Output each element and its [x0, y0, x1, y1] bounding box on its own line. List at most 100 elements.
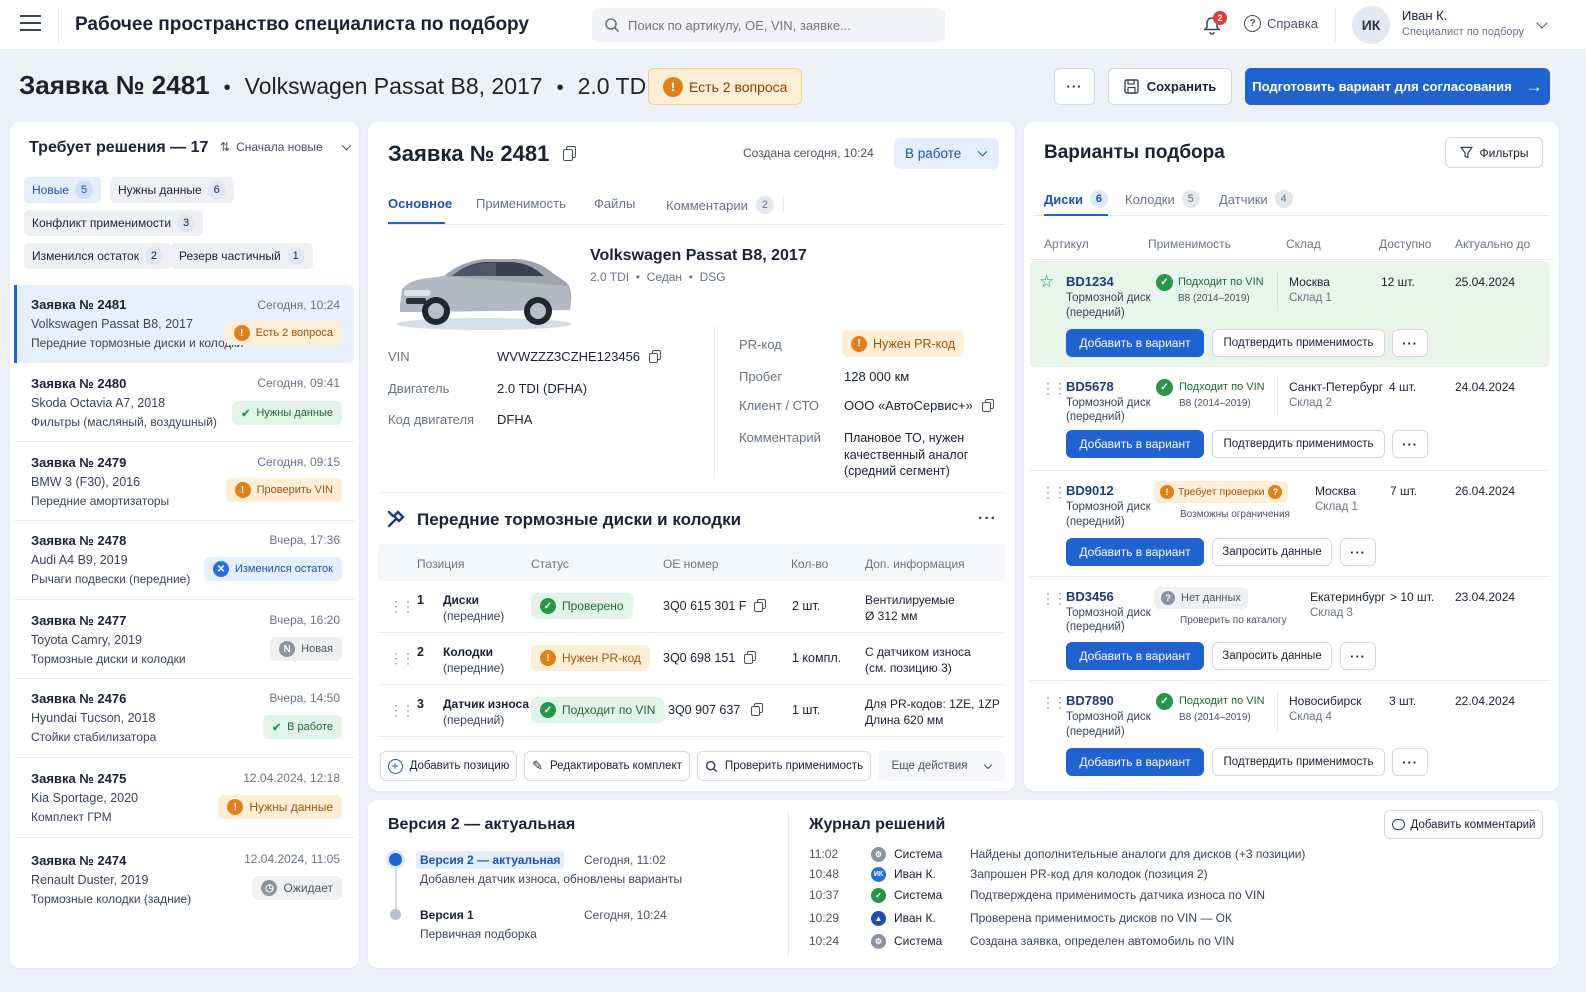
- copy-icon[interactable]: [563, 146, 577, 162]
- confirm-applicability-button[interactable]: Подтвердить применимость: [1212, 430, 1385, 458]
- copy-icon[interactable]: [981, 398, 994, 413]
- title-sep-2: •: [556, 77, 564, 99]
- user-menu[interactable]: ИК Иван К. Специалист по подбору: [1352, 5, 1562, 45]
- add-comment-button[interactable]: Добавить комментарий: [1384, 810, 1543, 839]
- request-item-2481[interactable]: Заявка № 2481 Сегодня, 10:24 Volkswagen …: [14, 285, 354, 363]
- variant-sku[interactable]: BD7890: [1066, 693, 1114, 708]
- copy-icon[interactable]: [751, 703, 763, 717]
- filter-chip-conflict[interactable]: Конфликт применимости 3: [24, 210, 204, 236]
- request-data-button[interactable]: Запросить данные: [1212, 642, 1332, 670]
- drag-handle-icon[interactable]: ⋮⋮: [1041, 380, 1067, 397]
- search-field[interactable]: [592, 8, 945, 42]
- drag-handle-icon[interactable]: ⋮⋮: [389, 702, 415, 719]
- variant-row-bd7890[interactable]: ⋮⋮ BD7890 Тормозной диск (передний) ✓ По…: [1030, 681, 1550, 785]
- drag-handle-icon[interactable]: ⋮⋮: [389, 598, 415, 615]
- check-applicability-button[interactable]: Проверить применимость: [697, 751, 871, 781]
- tab-applicability[interactable]: Применимость: [476, 196, 566, 211]
- tab-comments[interactable]: Комментарии 2: [666, 196, 774, 214]
- request-item-2479[interactable]: Заявка № 2479 Сегодня, 09:15 BMW 3 (F30)…: [14, 442, 354, 521]
- add-to-variant-button[interactable]: Добавить в вариант: [1066, 748, 1204, 776]
- table-row[interactable]: ⋮⋮ 2 Колодки (передние) ! Нужен PR-код 3Q…: [378, 633, 1005, 685]
- filter-chip-need-data[interactable]: Нужны данные 6: [110, 177, 234, 203]
- row-more-button[interactable]: ···: [1392, 748, 1428, 776]
- row-more-button[interactable]: ···: [1392, 430, 1428, 458]
- notifications-button[interactable]: 2: [1200, 11, 1228, 40]
- more-actions-dropdown[interactable]: Еще действия: [878, 751, 1005, 781]
- filter-chip-new[interactable]: Новые 5: [24, 177, 102, 203]
- variant-row-bd9012[interactable]: ⋮⋮ BD9012 Тормозной диск (передний) ! Тре…: [1030, 471, 1550, 577]
- avatar: ИК: [1352, 6, 1390, 44]
- variant-applicability-sub: Возможны ограничения: [1180, 509, 1290, 520]
- variant-sku[interactable]: BD3456: [1066, 589, 1114, 604]
- version-1-label[interactable]: Версия 1: [420, 908, 474, 922]
- search-input[interactable]: [628, 8, 938, 42]
- request-time: Вчера, 16:20: [269, 613, 340, 627]
- button-label: Редактировать комплект: [550, 760, 682, 772]
- add-to-variant-button[interactable]: Добавить в вариант: [1066, 642, 1204, 670]
- add-to-variant-button[interactable]: Добавить в вариант: [1066, 329, 1204, 357]
- request-item-2475[interactable]: Заявка № 2475 12.04.2024, 12:18 Kia Spor…: [14, 758, 354, 838]
- menu-icon[interactable]: [20, 15, 41, 33]
- car-image: [396, 259, 572, 330]
- request-item-2480[interactable]: Заявка № 2480 Сегодня, 09:41 Skoda Octav…: [14, 363, 354, 442]
- save-button[interactable]: Сохранить: [1108, 68, 1232, 105]
- status-dropdown[interactable]: В работе: [894, 138, 999, 169]
- request-item-2477[interactable]: Заявка № 2477 Вчера, 16:20 Toyota Camry,…: [14, 600, 354, 679]
- system-check-icon: ✓: [871, 888, 886, 903]
- request-item-2474[interactable]: Заявка № 2474 12.04.2024, 11:05 Renault …: [14, 838, 354, 918]
- pr-code-badge[interactable]: ! Нужен PR-код: [842, 330, 965, 357]
- version-2-label[interactable]: Версия 2 — актуальная: [416, 851, 565, 869]
- variant-sku[interactable]: BD5678: [1066, 379, 1114, 394]
- variant-qty: > 10 шт.: [1390, 590, 1435, 604]
- row-more-button[interactable]: ···: [1340, 642, 1376, 670]
- sort-dropdown[interactable]: ⇅ Сначала новые: [220, 140, 352, 154]
- tab-pads[interactable]: Колодки 5: [1125, 190, 1200, 208]
- row-more-button[interactable]: ···: [1392, 329, 1428, 357]
- row-more-button[interactable]: ···: [1340, 538, 1376, 566]
- col-qty: Кол-во: [791, 557, 829, 571]
- row-info-sub: Длина 620 мм: [865, 713, 944, 727]
- filter-chip-partial-reserve[interactable]: Резерв частичный 1: [171, 243, 313, 269]
- drag-handle-icon[interactable]: ⋮⋮: [1041, 590, 1067, 607]
- request-item-2476[interactable]: Заявка № 2476 Вчера, 14:50 Hyundai Tucso…: [14, 679, 354, 758]
- variant-row-bd3456[interactable]: ⋮⋮ BD3456 Тормозной диск (передний) ? Нет…: [1030, 577, 1550, 681]
- status-badge: ✓ Подходит по VIN: [531, 697, 665, 723]
- tab-sensors[interactable]: Датчики 4: [1219, 190, 1293, 208]
- edit-kit-button[interactable]: ✎ Редактировать комплект: [524, 751, 690, 781]
- section-more-button[interactable]: ···: [978, 510, 997, 528]
- add-to-variant-button[interactable]: Добавить в вариант: [1066, 538, 1204, 566]
- filters-button[interactable]: Фильтры: [1445, 137, 1543, 168]
- copy-icon[interactable]: [649, 349, 662, 364]
- request-data-button[interactable]: Запросить данные: [1212, 538, 1332, 566]
- drag-handle-icon[interactable]: ⋮⋮: [1041, 694, 1067, 711]
- help-link[interactable]: ? Справка: [1244, 15, 1318, 32]
- client-label: Клиент / СТО: [739, 398, 820, 413]
- log-author: Система: [894, 888, 943, 902]
- request-item-2478[interactable]: Заявка № 2478 Вчера, 17:36 Audi A4 B9, 2…: [14, 521, 354, 600]
- confirm-applicability-button[interactable]: Подтвердить применимость: [1212, 748, 1385, 776]
- add-position-button[interactable]: + Добавить позицию: [380, 751, 517, 781]
- tab-files[interactable]: Файлы: [594, 196, 635, 211]
- table-row[interactable]: ⋮⋮ 1 Диски (передние) ✓ Проверено 3Q0 615…: [378, 581, 1005, 633]
- drag-handle-icon[interactable]: ⋮⋮: [1041, 484, 1067, 501]
- check-icon: ✓: [1156, 379, 1173, 396]
- copy-icon[interactable]: [754, 599, 766, 613]
- help-icon[interactable]: ?: [1268, 485, 1283, 499]
- check-shield-icon: ✔: [271, 721, 282, 734]
- variant-sku[interactable]: BD1234: [1066, 274, 1114, 289]
- variant-row-bd5678[interactable]: ⋮⋮ BD5678 Тормозной диск (передний) ✓ По…: [1030, 367, 1550, 471]
- variant-sku[interactable]: BD9012: [1066, 483, 1114, 498]
- table-row[interactable]: ⋮⋮ 3 Датчик износа (передний) ✓ Подходит …: [378, 685, 1005, 737]
- tab-disks[interactable]: Диски 6: [1044, 190, 1108, 208]
- variant-row-bd1234[interactable]: ☆ BD1234 Тормозной диск (передний) ✓ Под…: [1030, 261, 1550, 367]
- questions-badge[interactable]: ! Есть 2 вопроса: [648, 68, 803, 105]
- prepare-variant-button[interactable]: Подготовить вариант для согласования →: [1245, 68, 1550, 105]
- more-actions-button[interactable]: ···: [1054, 68, 1095, 105]
- drag-handle-icon[interactable]: ⋮⋮: [389, 650, 415, 667]
- confirm-applicability-button[interactable]: Подтвердить применимость: [1212, 329, 1385, 357]
- copy-icon[interactable]: [744, 651, 756, 665]
- add-to-variant-button[interactable]: Добавить в вариант: [1066, 430, 1204, 458]
- star-icon[interactable]: ☆: [1039, 272, 1054, 292]
- filter-chip-stock-changed[interactable]: Изменился остаток 2: [24, 243, 171, 269]
- tab-main[interactable]: Основное: [388, 196, 452, 211]
